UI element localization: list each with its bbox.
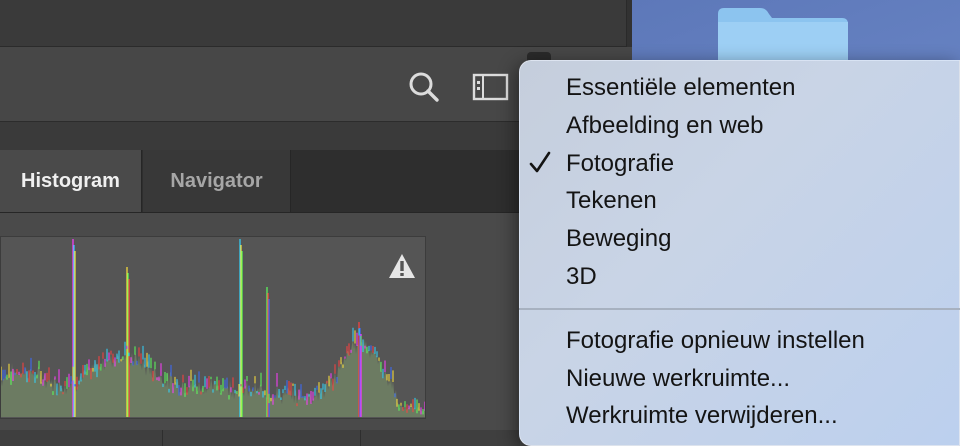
tab-navigator[interactable]: Navigator: [143, 150, 291, 212]
histogram-luminosity-area: [1, 333, 425, 417]
menu-separator: [519, 308, 960, 310]
warning-icon[interactable]: [387, 252, 417, 280]
menu-item-painting[interactable]: Tekenen: [566, 187, 657, 215]
menu-item-essentials[interactable]: Essentiële elementen: [566, 74, 795, 102]
panel-bottom-strip: [0, 430, 520, 446]
search-icon[interactable]: [406, 70, 442, 104]
menu-item-graphic-web[interactable]: Afbeelding en web: [566, 112, 763, 140]
menu-item-delete-workspace[interactable]: Werkruimte verwijderen...: [566, 402, 838, 430]
histogram-chart: [1, 239, 425, 417]
title-bar: [0, 0, 627, 47]
menu-item-3d[interactable]: 3D: [566, 263, 597, 291]
menu-item-new-workspace[interactable]: Nieuwe werkruimte...: [566, 365, 790, 393]
tab-histogram[interactable]: Histogram: [0, 150, 142, 212]
workspace-switcher-icon[interactable]: [472, 72, 510, 102]
menu-item-reset-workspace[interactable]: Fotografie opnieuw instellen: [566, 327, 865, 355]
histogram-graph: [0, 236, 426, 419]
menu-item-motion[interactable]: Beweging: [566, 225, 671, 253]
checkmark-icon: [529, 151, 551, 173]
folder-icon[interactable]: [716, 4, 850, 60]
menu-item-photography[interactable]: Fotografie: [566, 150, 674, 178]
